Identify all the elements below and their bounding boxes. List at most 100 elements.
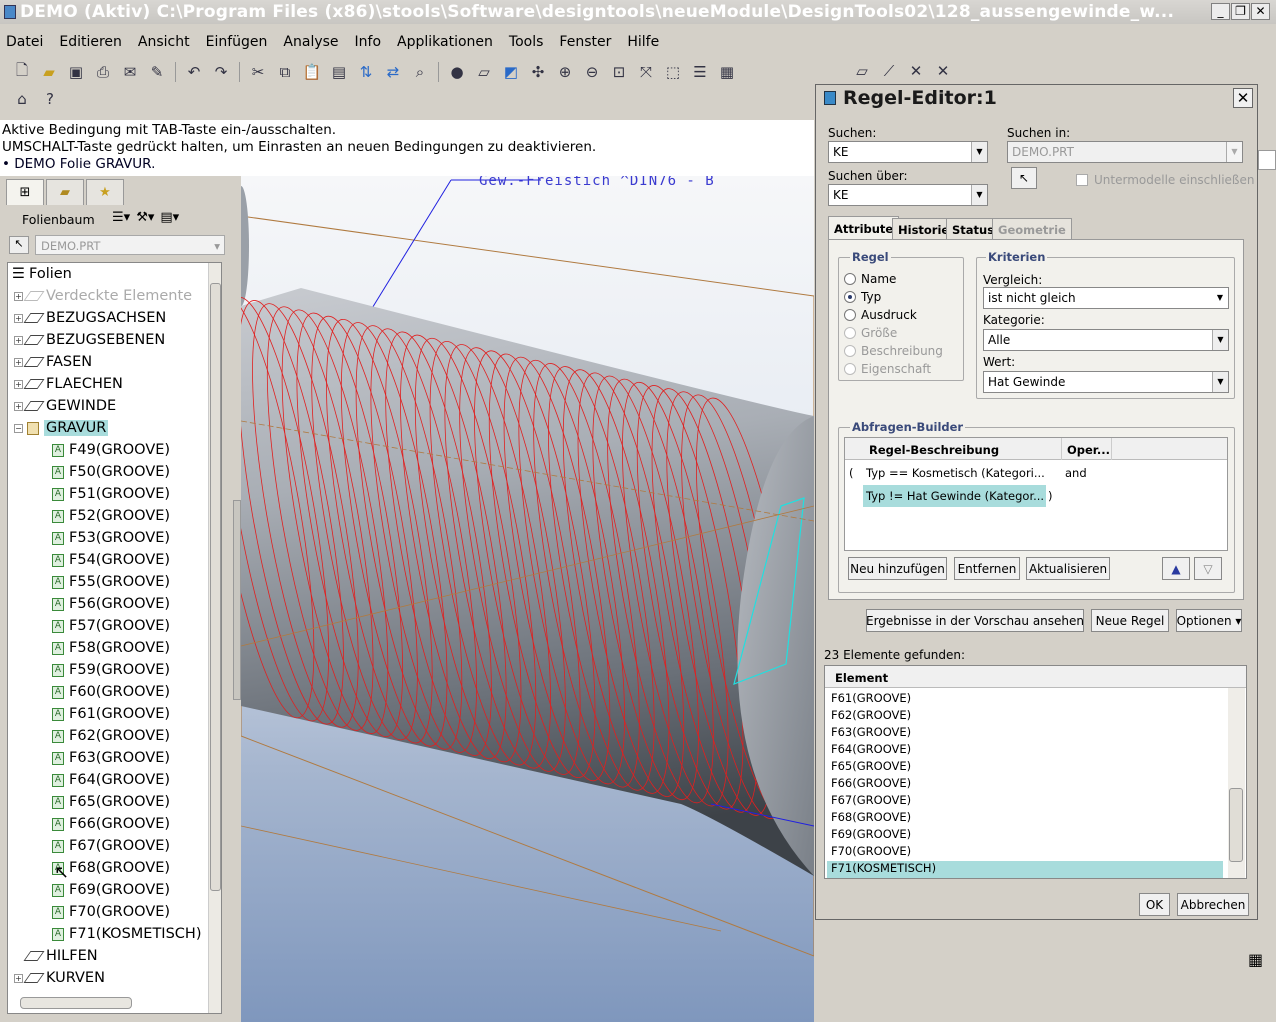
zoom-in-icon[interactable]: ⊕: [553, 60, 577, 84]
menu-datei[interactable]: Datei: [0, 34, 49, 50]
tree-feature-item[interactable]: A F55(GROOVE): [52, 571, 170, 593]
radio-typ[interactable]: Typ: [844, 290, 881, 304]
tree-feature-item[interactable]: A F61(GROOVE): [52, 703, 170, 725]
results-header[interactable]: Element: [835, 671, 888, 685]
send-icon[interactable]: ✉: [118, 60, 142, 84]
value-combo[interactable]: Hat Gewinde ▼: [983, 371, 1229, 393]
tab-geometrie[interactable]: Geometrie: [992, 218, 1072, 240]
cancel-button[interactable]: Abbrechen: [1177, 893, 1249, 916]
undo-icon[interactable]: ↶: [182, 60, 206, 84]
result-row[interactable]: F61(GROOVE): [831, 691, 911, 708]
tree-layer-item[interactable]: +HILFEN: [14, 945, 98, 967]
menu-ansicht[interactable]: Ansicht: [132, 34, 196, 50]
menu-analyse[interactable]: Analyse: [277, 34, 344, 50]
menu-info[interactable]: Info: [349, 34, 388, 50]
tree-feature-item[interactable]: A F67(GROOVE): [52, 835, 170, 857]
menu-einfuegen[interactable]: Einfügen: [200, 34, 274, 50]
datum-axis-icon[interactable]: ⟋: [877, 59, 901, 83]
tree-scrollbar[interactable]: [208, 263, 221, 1013]
rule-row-2-text[interactable]: Typ != Hat Gewinde (Kategor...: [866, 489, 1044, 503]
col-rule-description[interactable]: Regel-Beschreibung: [869, 443, 999, 457]
horizontal-scroll-thumb[interactable]: [20, 997, 132, 1009]
layers-icon[interactable]: ☰: [688, 60, 712, 84]
move-up-icon[interactable]: ▲: [1162, 557, 1190, 580]
new-rule-button[interactable]: Neue Regel: [1091, 609, 1169, 632]
result-row[interactable]: F66(GROOVE): [831, 776, 911, 793]
expander-icon[interactable]: +: [14, 291, 23, 301]
view-manager-icon[interactable]: ⬚: [661, 60, 685, 84]
zoom-out-icon[interactable]: ⊖: [580, 60, 604, 84]
3d-viewport[interactable]: Gew.-Freistich ^DIN76 - B: [241, 176, 814, 1022]
reorient-icon[interactable]: ⤧: [634, 60, 658, 84]
tree-layer-item[interactable]: + Verdeckte Elemente: [14, 285, 192, 307]
tree-feature-item[interactable]: A F60(GROOVE): [52, 681, 170, 703]
menu-fenster[interactable]: Fenster: [553, 34, 617, 50]
grid-icon[interactable]: ▦: [1248, 950, 1263, 969]
open-folder-icon[interactable]: ▰: [37, 60, 61, 84]
spin-center-icon[interactable]: ✣: [526, 60, 550, 84]
result-row[interactable]: F65(GROOVE): [831, 759, 911, 776]
tree-feature-item[interactable]: A F54(GROOVE): [52, 549, 170, 571]
result-row[interactable]: F64(GROOVE): [831, 742, 911, 759]
redo-icon[interactable]: ↷: [209, 60, 233, 84]
tree-feature-item[interactable]: A F68(GROOVE): [52, 857, 170, 879]
col-operator[interactable]: Oper...: [1067, 443, 1110, 457]
tree-feature-item[interactable]: A F53(GROOVE): [52, 527, 170, 549]
tree-layer-item[interactable]: + BEZUGSACHSEN: [14, 307, 166, 329]
model-tree-icon[interactable]: ▦: [715, 60, 739, 84]
result-row[interactable]: F63(GROOVE): [831, 725, 911, 742]
compare-combo[interactable]: ist nicht gleich ▼: [983, 287, 1229, 309]
rule-row-1-text[interactable]: Typ == Kosmetisch (Kategori...: [866, 466, 1045, 480]
thread-annotation[interactable]: Gew.-Freistich ^DIN76 - B: [479, 176, 715, 189]
expander-icon[interactable]: +: [14, 401, 23, 411]
result-row[interactable]: F71(KOSMETISCH): [827, 861, 1223, 878]
tree-feature-item[interactable]: A F64(GROOVE): [52, 769, 170, 791]
tree-feature-item[interactable]: A F66(GROOVE): [52, 813, 170, 835]
menu-hilfe[interactable]: Hilfe: [621, 34, 665, 50]
regenerate-icon[interactable]: ⇅: [354, 60, 378, 84]
regen-manager-icon[interactable]: ⇄: [381, 60, 405, 84]
datum-point-icon[interactable]: ✕: [904, 59, 928, 83]
result-row[interactable]: F67(GROOVE): [831, 793, 911, 810]
tab-attribute[interactable]: Attribute: [828, 216, 900, 240]
search-over-combo[interactable]: KE ▼: [828, 184, 988, 206]
search-combo[interactable]: KE ▼: [828, 141, 988, 163]
home-icon[interactable]: ⌂: [10, 87, 34, 111]
remove-button[interactable]: Entfernen: [954, 557, 1020, 580]
ok-button[interactable]: OK: [1139, 893, 1170, 916]
add-new-button[interactable]: Neu hinzufügen: [848, 557, 947, 580]
cut-icon[interactable]: ✂: [246, 60, 270, 84]
maximize-button[interactable]: ❐: [1231, 3, 1250, 20]
tree-layer-item[interactable]: + KURVEN: [14, 967, 105, 989]
new-file-icon[interactable]: 🗋: [10, 60, 34, 84]
datum-plane-icon[interactable]: ▱: [850, 59, 874, 83]
menu-editieren[interactable]: Editieren: [53, 34, 128, 50]
edit-icon[interactable]: ✎: [145, 60, 169, 84]
paste-special-icon[interactable]: ▤: [327, 60, 351, 84]
radio-name[interactable]: Name: [844, 272, 896, 286]
refit-icon[interactable]: ⊡: [607, 60, 631, 84]
menu-applikationen[interactable]: Applikationen: [391, 34, 499, 50]
layers-menu-icon[interactable]: ☰▾: [112, 210, 130, 225]
expander-icon[interactable]: +: [14, 357, 23, 367]
expander-icon[interactable]: +: [14, 313, 23, 323]
tree-feature-item[interactable]: A F52(GROOVE): [52, 505, 170, 527]
tree-feature-item[interactable]: A F69(GROOVE): [52, 879, 170, 901]
expander-icon[interactable]: +: [14, 379, 23, 389]
expander-icon[interactable]: +: [14, 335, 23, 345]
show-menu-icon[interactable]: ▤▾: [160, 210, 179, 225]
tree-feature-item[interactable]: A F70(GROOVE): [52, 901, 170, 923]
datum-csys-icon[interactable]: ✕: [931, 59, 955, 83]
tree-feature-item[interactable]: A F58(GROOVE): [52, 637, 170, 659]
find-icon[interactable]: ⌕: [408, 60, 432, 84]
copy-icon[interactable]: ⧉: [273, 60, 297, 84]
tree-feature-item[interactable]: A F56(GROOVE): [52, 593, 170, 615]
folder-browser-tab-icon[interactable]: ▰: [46, 179, 84, 205]
preview-results-button[interactable]: Ergebnisse in der Vorschau ansehen: [866, 609, 1084, 632]
tree-feature-item[interactable]: A F63(GROOVE): [52, 747, 170, 769]
model-tree-tab-icon[interactable]: ⊞: [6, 179, 44, 205]
tree-root[interactable]: ☰ Folien: [12, 263, 72, 285]
expander-icon[interactable]: −: [14, 423, 23, 433]
save-icon[interactable]: ▣: [64, 60, 88, 84]
pointer-icon[interactable]: ↖: [9, 236, 29, 254]
